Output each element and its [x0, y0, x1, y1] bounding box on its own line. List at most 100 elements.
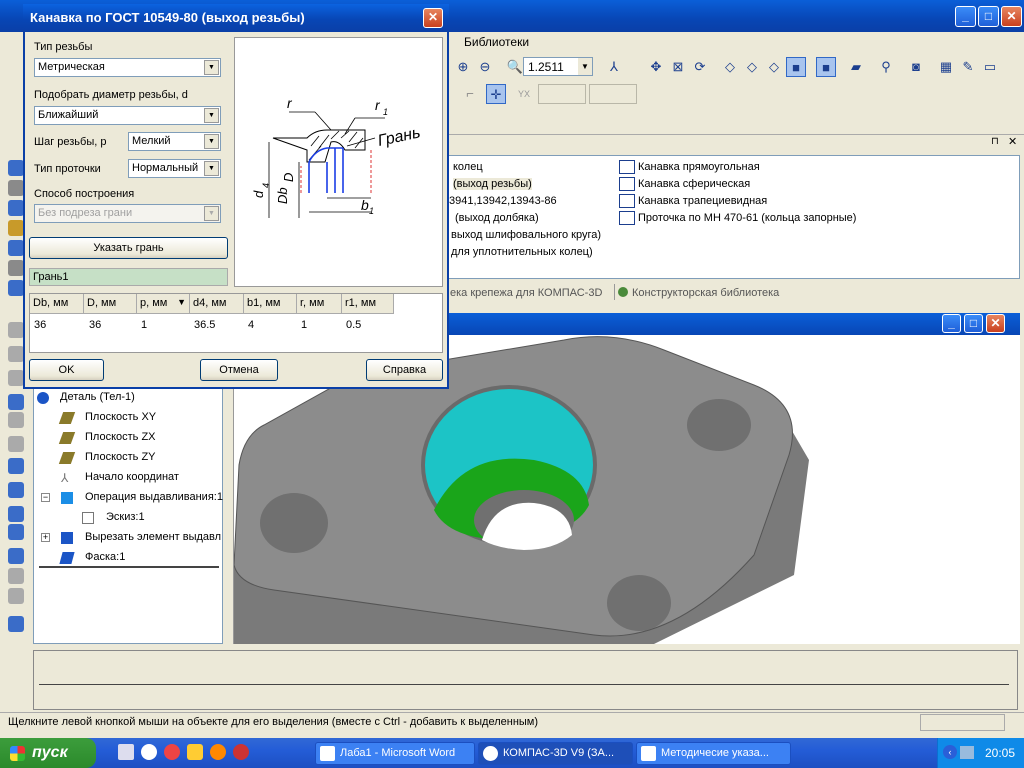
zoom-out-icon[interactable]: ⊖ — [475, 57, 495, 77]
ok-button[interactable]: OK — [29, 359, 104, 381]
table-cell[interactable]: 4 — [248, 319, 254, 331]
table-header[interactable]: p, мм ▼ — [137, 294, 190, 314]
tree-item-origin[interactable]: Начало координат — [85, 471, 179, 483]
extrude-icon[interactable] — [8, 394, 24, 410]
table-header[interactable]: d4, мм — [190, 294, 244, 314]
thread-type-select[interactable]: Метрическая ▼ — [34, 58, 221, 77]
tool-icon[interactable] — [8, 458, 24, 474]
rotate-icon[interactable]: ⟳ — [690, 57, 710, 77]
media-icon[interactable] — [233, 744, 249, 760]
wireframe-icon[interactable]: ◇ — [720, 57, 740, 77]
expand-icon[interactable]: + — [41, 533, 50, 542]
face-field[interactable]: Грань1 — [29, 268, 228, 286]
tool-icon[interactable] — [8, 160, 24, 176]
opera-icon[interactable] — [164, 744, 180, 760]
halftone-edges-icon[interactable]: ■ — [816, 57, 836, 77]
tools-icon[interactable]: ✎ — [958, 57, 978, 77]
close-icon[interactable]: ✕ — [1008, 135, 1017, 148]
table-header[interactable]: D, мм — [84, 294, 137, 314]
tab-fasteners[interactable]: ека крепежа для КОМПАС-3D — [450, 287, 602, 299]
viewport-close-button[interactable]: ✕ — [986, 314, 1005, 333]
groove-type-select[interactable]: Нормальный ▼ — [128, 159, 221, 178]
close-button[interactable]: ✕ — [1001, 6, 1022, 27]
perspective-icon[interactable]: ▰ — [846, 57, 866, 77]
start-button[interactable]: пуск — [0, 738, 96, 768]
taskbar-word[interactable]: Лаба1 - Microsoft Word — [315, 742, 475, 765]
tool-icon[interactable] — [8, 568, 24, 584]
pitch-select[interactable]: Мелкий ▼ — [128, 132, 221, 151]
library-item[interactable]: (выход долбяка) — [455, 212, 539, 224]
zoom-combo[interactable]: 1.2511 ▼ — [523, 57, 593, 76]
hidden-thin-icon[interactable]: ◇ — [764, 57, 784, 77]
desktop-icon[interactable] — [118, 744, 134, 760]
tool-icon[interactable] — [8, 180, 24, 196]
tree-item-cut[interactable]: Вырезать элемент выдавл — [85, 531, 221, 543]
tree-item-plane-xy[interactable]: Плоскость XY — [85, 411, 156, 423]
table-header[interactable]: r, мм — [297, 294, 342, 314]
tree-item-extrusion[interactable]: Операция выдавливания:1 — [85, 491, 223, 503]
tool-icon[interactable] — [8, 280, 24, 296]
tab-design-library[interactable]: Конструкторская библиотека — [632, 287, 779, 299]
library-item[interactable]: выход шлифовального круга) — [451, 229, 601, 241]
tool-icon[interactable] — [8, 370, 24, 386]
orientation-icon[interactable]: ⅄ — [604, 57, 624, 77]
menu-libraries[interactable]: Библиотеки — [464, 35, 529, 49]
zoom-all-icon[interactable]: ⊠ — [668, 57, 688, 77]
tool-icon[interactable] — [8, 200, 24, 216]
panel-toggle-icon[interactable]: ▭ — [980, 57, 1000, 77]
tool-icon[interactable] — [8, 240, 24, 256]
tool-icon[interactable] — [8, 436, 24, 452]
tool-icon[interactable] — [8, 322, 24, 338]
coord-field-2[interactable] — [589, 84, 637, 104]
table-cell[interactable]: 1 — [301, 319, 307, 331]
minimize-button[interactable]: _ — [955, 6, 976, 27]
library-item[interactable]: Канавка сферическая — [638, 178, 750, 190]
tool-icon[interactable] — [8, 524, 24, 540]
viewport-minimize-button[interactable]: _ — [942, 314, 961, 333]
ie-icon[interactable] — [141, 744, 157, 760]
zoom-window-icon[interactable]: 🔍 — [505, 57, 525, 77]
cancel-button[interactable]: Отмена — [200, 359, 278, 381]
tool-icon[interactable] — [8, 588, 24, 604]
tree-item-plane-zx[interactable]: Плоскость ZX — [85, 431, 156, 443]
app-icon[interactable] — [187, 744, 203, 760]
table-header[interactable]: r1, мм — [342, 294, 394, 314]
help-button[interactable]: Справка — [366, 359, 443, 381]
table-header[interactable]: Db, мм — [30, 294, 84, 314]
library-item[interactable]: для уплотнительных колец) — [451, 246, 593, 258]
tool-icon[interactable] — [8, 412, 24, 428]
tree-item-chamfer[interactable]: Фаска:1 — [85, 551, 125, 563]
pan-icon[interactable]: ✥ — [646, 57, 666, 77]
viewport-maximize-button[interactable]: □ — [964, 314, 983, 333]
tool-icon[interactable] — [8, 506, 24, 522]
tray-expand-icon[interactable]: ‹ — [943, 745, 957, 759]
tool-icon[interactable] — [8, 260, 24, 276]
table-cell[interactable]: 0.5 — [346, 319, 361, 331]
library-item[interactable]: Канавка трапециевидная — [638, 195, 767, 207]
tool-icon[interactable] — [8, 548, 24, 564]
coord-field-1[interactable] — [538, 84, 586, 104]
taskbar-word-2[interactable]: Методичесие указа... — [636, 742, 791, 765]
tree-item-plane-zy[interactable]: Плоскость ZY — [85, 451, 156, 463]
library-item[interactable]: 3941,13942,13943-86 — [449, 195, 557, 207]
collapse-icon[interactable]: − — [41, 493, 50, 502]
tool-icon[interactable] — [8, 616, 24, 632]
specification-icon[interactable]: ▦ — [936, 57, 956, 77]
library-item[interactable]: Проточка по МН 470-61 (кольца запорные) — [638, 212, 856, 224]
step-icon[interactable]: ⌐ — [460, 84, 480, 104]
zoom-in-icon[interactable]: ⊕ — [453, 57, 473, 77]
network-icon[interactable] — [960, 746, 974, 759]
taskbar-kompas[interactable]: КОМПАС-3D V9 (ЗА... — [478, 742, 633, 765]
table-cell[interactable]: 36 — [34, 319, 46, 331]
table-cell[interactable]: 1 — [141, 319, 147, 331]
table-cell[interactable]: 36 — [89, 319, 101, 331]
tool-icon[interactable] — [8, 220, 24, 236]
select-face-button[interactable]: Указать грань — [29, 237, 228, 259]
halftone-icon[interactable]: ■ — [786, 57, 806, 77]
library-item[interactable]: Канавка прямоугольная — [638, 161, 760, 173]
parts-icon[interactable]: ◙ — [906, 57, 926, 77]
firefox-icon[interactable] — [210, 744, 226, 760]
library-item-selected[interactable]: (выход резьбы) — [453, 178, 532, 190]
snap-icon[interactable]: ✛ — [486, 84, 506, 104]
hidden-lines-icon[interactable]: ◇ — [742, 57, 762, 77]
